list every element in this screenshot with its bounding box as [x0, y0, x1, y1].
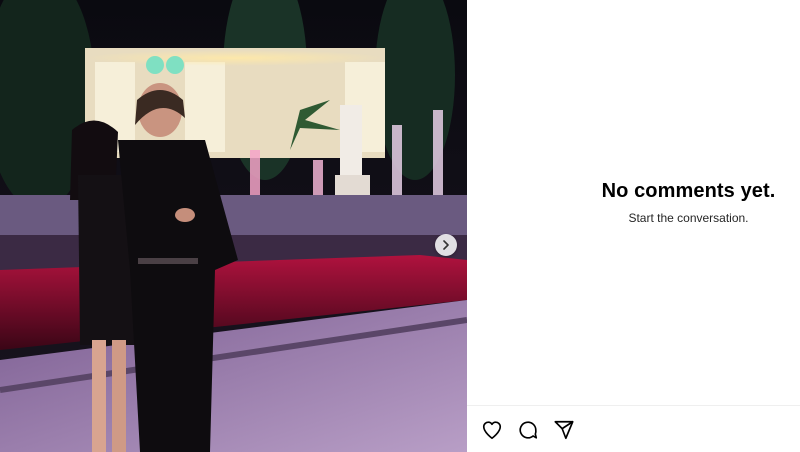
like-button[interactable] [481, 419, 505, 443]
comments-empty-state: No comments yet. Start the conversation. [467, 180, 800, 225]
comment-icon [519, 421, 538, 439]
carousel-next-button[interactable] [435, 234, 457, 256]
empty-comments-title: No comments yet. [601, 180, 776, 202]
share-button[interactable] [553, 419, 577, 443]
empty-comments-subtitle: Start the conversation. [628, 211, 749, 225]
heart-icon [482, 421, 502, 440]
post-image[interactable] [0, 0, 467, 452]
post-action-bar [467, 405, 800, 452]
comment-button[interactable] [517, 419, 541, 443]
paper-plane-icon [554, 420, 574, 440]
post-photo [0, 0, 467, 452]
comments-panel: No comments yet. Start the conversation. [467, 0, 800, 405]
chevron-right-icon [443, 240, 449, 250]
